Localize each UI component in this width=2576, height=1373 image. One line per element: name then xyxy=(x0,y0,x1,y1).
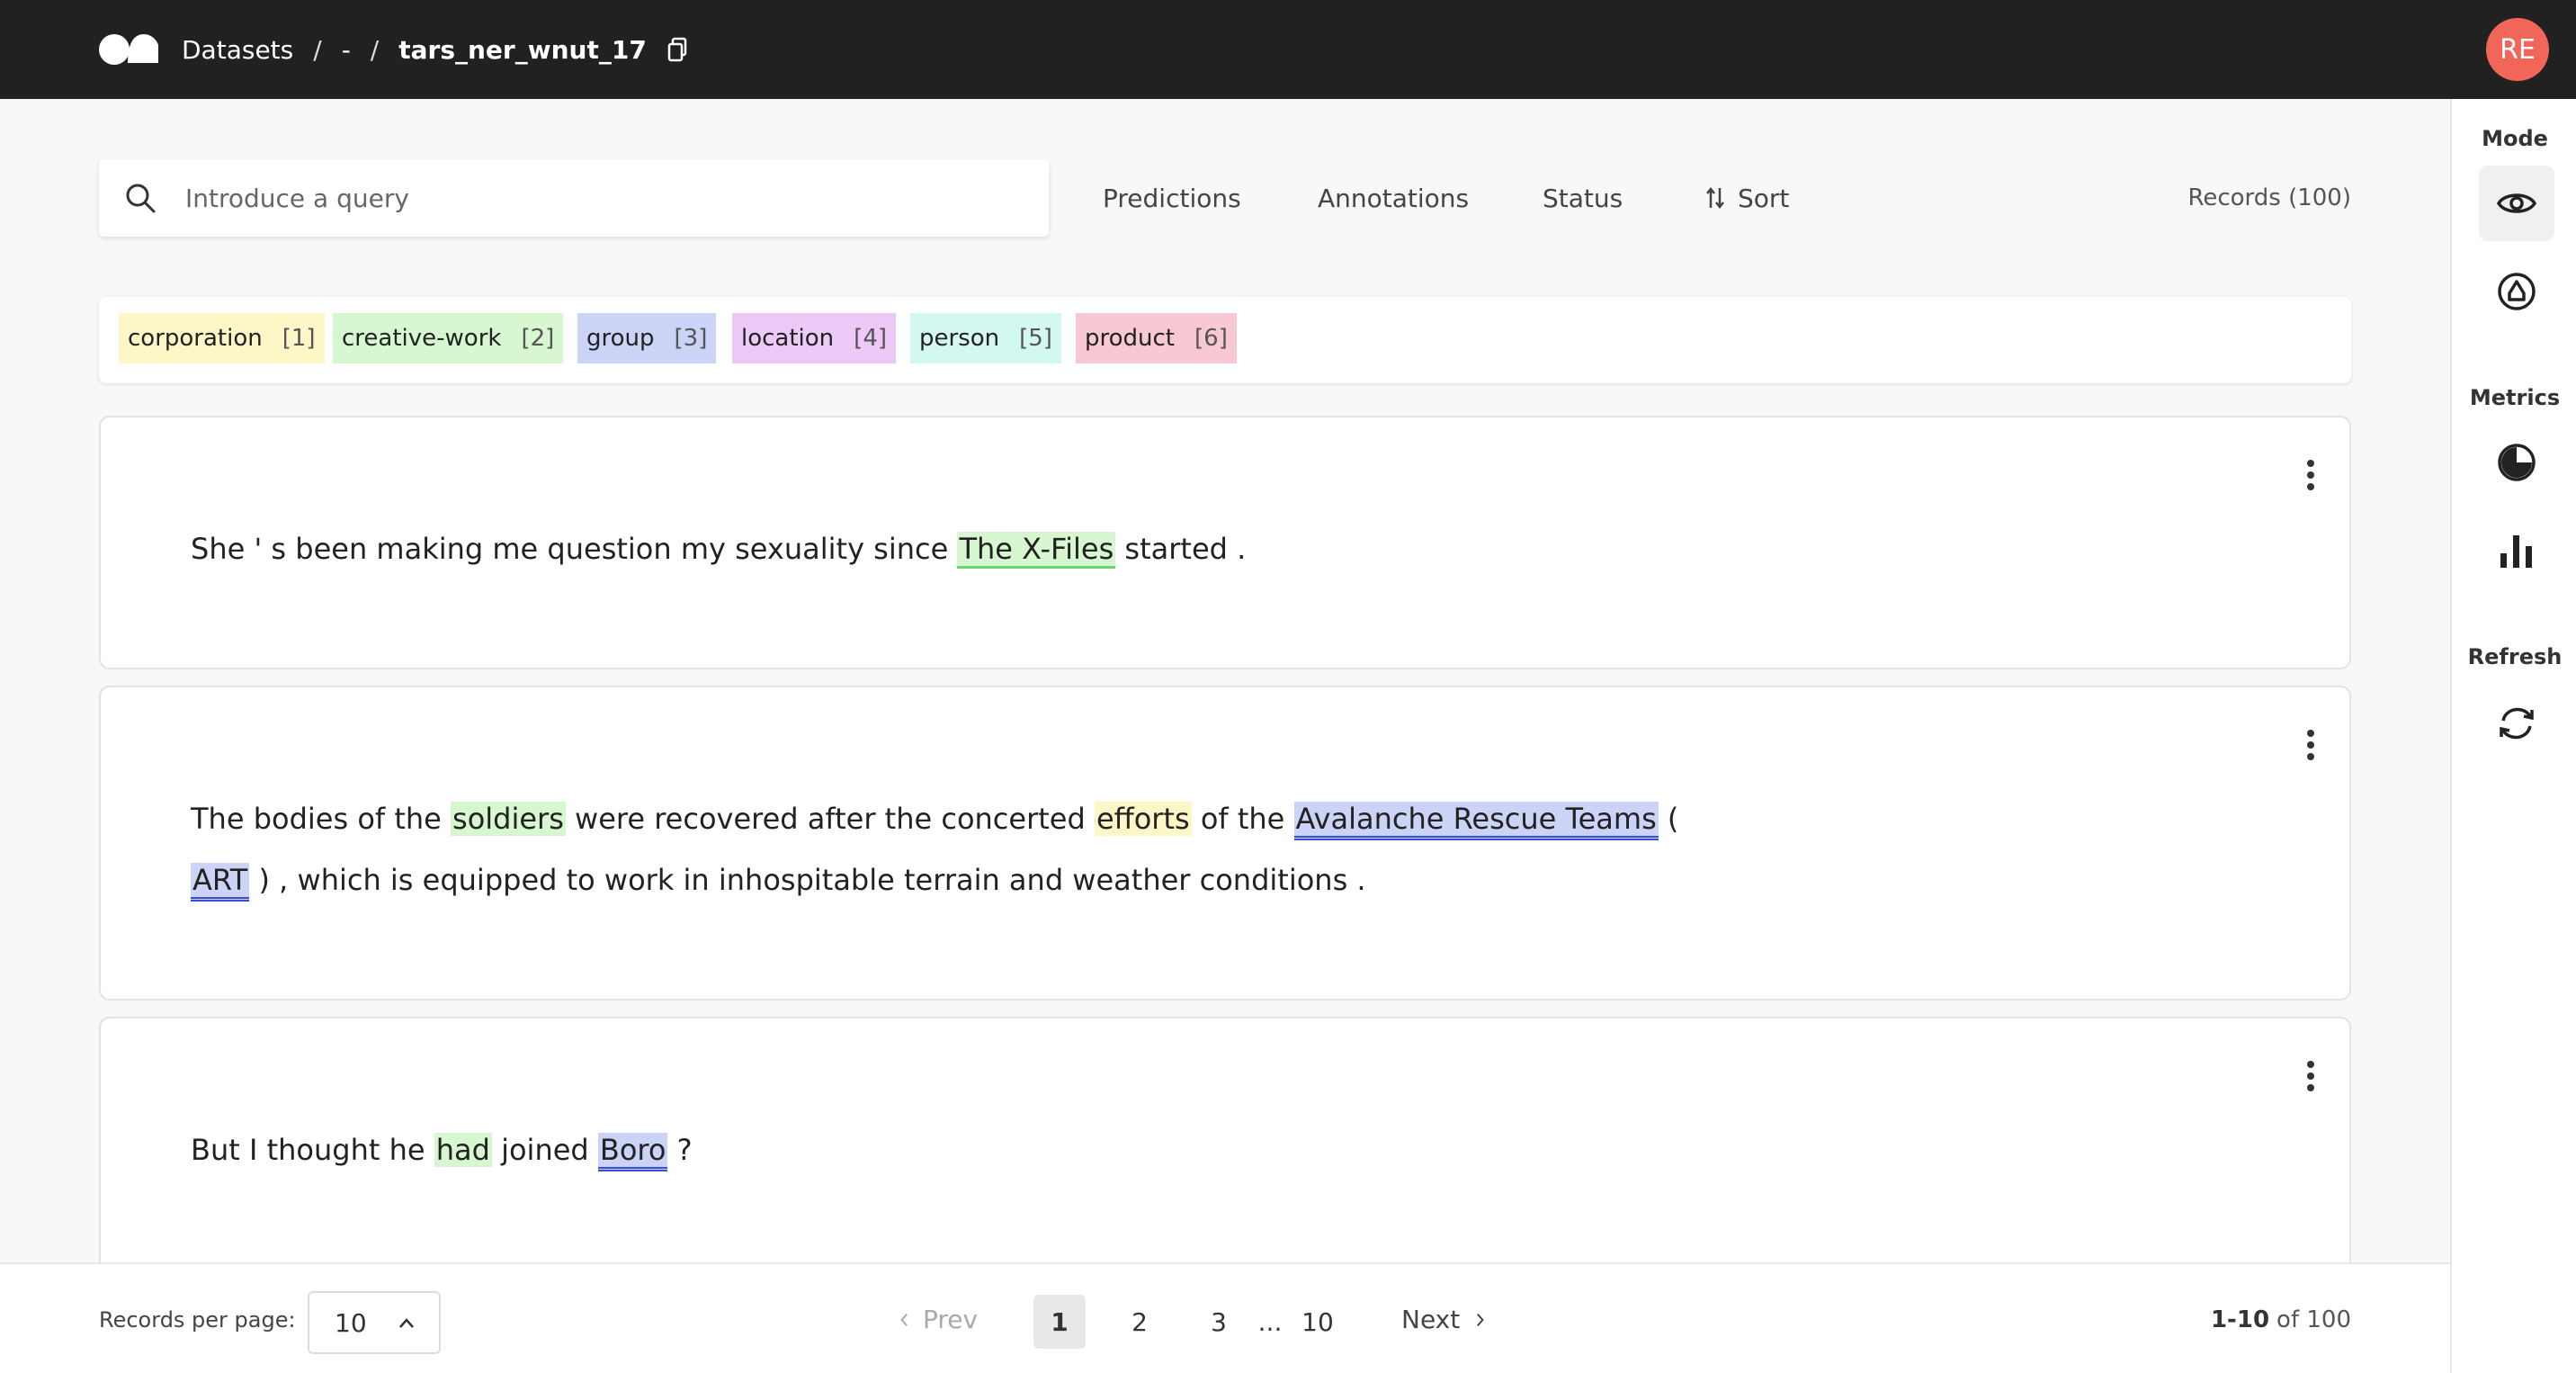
sort-icon xyxy=(1706,186,1724,210)
label-creative-work[interactable]: creative-work [2] xyxy=(333,313,564,363)
next-page-button[interactable]: Next xyxy=(1401,1264,1485,1373)
right-sidebar: Mode Metrics Refresh xyxy=(2450,99,2576,1373)
stats-metrics-button[interactable] xyxy=(2479,513,2554,588)
token-text: joined xyxy=(491,1133,598,1167)
chevron-left-icon xyxy=(900,1313,908,1326)
bar-chart-icon xyxy=(2500,535,2532,568)
entity-corporation[interactable]: efforts xyxy=(1094,802,1192,836)
page-ellipsis: ... xyxy=(1257,1306,1283,1337)
refresh-button[interactable] xyxy=(2479,686,2554,761)
page-3[interactable]: 3 xyxy=(1193,1295,1245,1349)
records-range-total: of 100 xyxy=(2276,1306,2351,1333)
annotate-icon xyxy=(2498,273,2536,310)
search-icon xyxy=(126,184,156,213)
label-shortcut: [2] xyxy=(521,325,555,352)
records-count: Records (100) xyxy=(2187,184,2351,211)
mode-label: Mode xyxy=(2482,126,2548,151)
page-10[interactable]: 10 xyxy=(1292,1295,1344,1349)
label-name: corporation xyxy=(128,325,263,352)
sort-label: Sort xyxy=(1738,183,1790,213)
record-card: But I thought he had joined Boro ? xyxy=(99,1017,2351,1287)
label-product[interactable]: product [6] xyxy=(1076,313,1237,363)
more-options-icon[interactable] xyxy=(2306,1060,2315,1092)
entity-creative-work[interactable]: had xyxy=(434,1133,492,1167)
token-text: But I thought he xyxy=(191,1133,434,1167)
record-card: She ' s been making me question my sexua… xyxy=(99,416,2351,669)
search-box xyxy=(99,159,1049,237)
label-shortcut: [3] xyxy=(674,325,708,352)
label-person[interactable]: person [5] xyxy=(910,313,1061,363)
breadcrumb-separator: / xyxy=(313,34,322,65)
token-text: ) , which is equipped to work in inhospi… xyxy=(249,863,1366,897)
token-text: She ' s been making me question my sexua… xyxy=(191,532,958,566)
label-name: group xyxy=(586,325,655,352)
chevron-right-icon xyxy=(1477,1313,1484,1326)
breadcrumb-datasets[interactable]: Datasets xyxy=(182,35,293,65)
labels-bar: corporation [1] creative-work [2] group … xyxy=(99,297,2351,383)
explore-mode-button[interactable] xyxy=(2479,166,2554,241)
breadcrumb-dataset-name: tars_ner_wnut_17 xyxy=(398,34,647,65)
label-name: location xyxy=(741,325,835,352)
label-location[interactable]: location [4] xyxy=(732,313,897,363)
filter-annotations[interactable]: Annotations xyxy=(1318,159,1469,237)
chevron-up-icon xyxy=(399,1318,414,1328)
label-group[interactable]: group [3] xyxy=(577,313,717,363)
next-label: Next xyxy=(1401,1305,1461,1334)
label-name: creative-work xyxy=(342,325,502,352)
token-text: started . xyxy=(1115,532,1247,566)
entity-creative-work[interactable]: The X-Files xyxy=(957,532,1116,569)
page-2[interactable]: 2 xyxy=(1114,1295,1166,1349)
metrics-label: Metrics xyxy=(2469,385,2561,410)
token-text: ? xyxy=(667,1133,693,1167)
entity-group[interactable]: Boro xyxy=(597,1133,668,1171)
label-name: person xyxy=(919,325,1000,352)
filter-status[interactable]: Status xyxy=(1543,159,1623,237)
record-text: But I thought he had joined Boro ? xyxy=(191,1119,2169,1180)
refresh-icon xyxy=(2500,707,2534,740)
label-shortcut: [5] xyxy=(1019,325,1052,352)
sort-button[interactable]: Sort xyxy=(1705,159,1789,237)
filter-predictions[interactable]: Predictions xyxy=(1103,159,1241,237)
label-shortcut: [6] xyxy=(1194,325,1228,352)
progress-icon xyxy=(2498,444,2536,481)
pagination-footer: Records per page: 10 Prev 1 2 3 ... 10 N… xyxy=(0,1262,2450,1373)
app-logo-icon[interactable] xyxy=(99,32,158,67)
refresh-label: Refresh xyxy=(2467,644,2563,669)
user-avatar[interactable]: RE xyxy=(2486,18,2549,81)
eye-icon xyxy=(2496,193,2537,213)
more-options-icon[interactable] xyxy=(2306,459,2315,491)
records-range-bold: 1-10 xyxy=(2210,1306,2270,1333)
breadcrumb: Datasets / - / tars_ner_wnut_17 xyxy=(182,0,688,99)
prev-label: Prev xyxy=(923,1305,979,1334)
token-text: were recovered after the concerted xyxy=(565,802,1095,836)
token-text: of the xyxy=(1191,802,1294,836)
progress-metrics-button[interactable] xyxy=(2479,425,2554,500)
entity-creative-work[interactable]: soldiers xyxy=(451,802,566,836)
label-corporation[interactable]: corporation [1] xyxy=(119,313,325,363)
prev-page-button[interactable]: Prev xyxy=(899,1264,978,1373)
records-per-page-label: Records per page: xyxy=(99,1306,296,1333)
records-per-page-select[interactable]: 10 xyxy=(308,1291,441,1354)
top-bar: Datasets / - / tars_ner_wnut_17 RE xyxy=(0,0,2576,99)
entity-group[interactable]: ART xyxy=(191,863,250,902)
copy-icon[interactable] xyxy=(666,37,688,62)
page-1[interactable]: 1 xyxy=(1033,1295,1086,1349)
record-text: The bodies of the soldiers were recovere… xyxy=(191,788,2169,911)
entity-group[interactable]: Avalanche Rescue Teams xyxy=(1293,802,1659,840)
records-per-page-value: 10 xyxy=(335,1307,367,1338)
label-shortcut: [1] xyxy=(282,325,316,352)
records-range: 1-10 of 100 xyxy=(2069,1264,2351,1373)
annotate-mode-button[interactable] xyxy=(2479,254,2554,329)
breadcrumb-workspace[interactable]: - xyxy=(342,35,351,65)
label-name: product xyxy=(1085,325,1176,352)
record-card: The bodies of the soldiers were recovere… xyxy=(99,686,2351,1001)
breadcrumb-separator: / xyxy=(370,34,380,65)
token-text: ( xyxy=(1658,802,1679,836)
token-text: The bodies of the xyxy=(191,802,452,836)
label-shortcut: [4] xyxy=(854,325,888,352)
more-options-icon[interactable] xyxy=(2306,729,2315,761)
search-input[interactable] xyxy=(185,159,1013,237)
record-text: She ' s been making me question my sexua… xyxy=(191,518,2169,579)
